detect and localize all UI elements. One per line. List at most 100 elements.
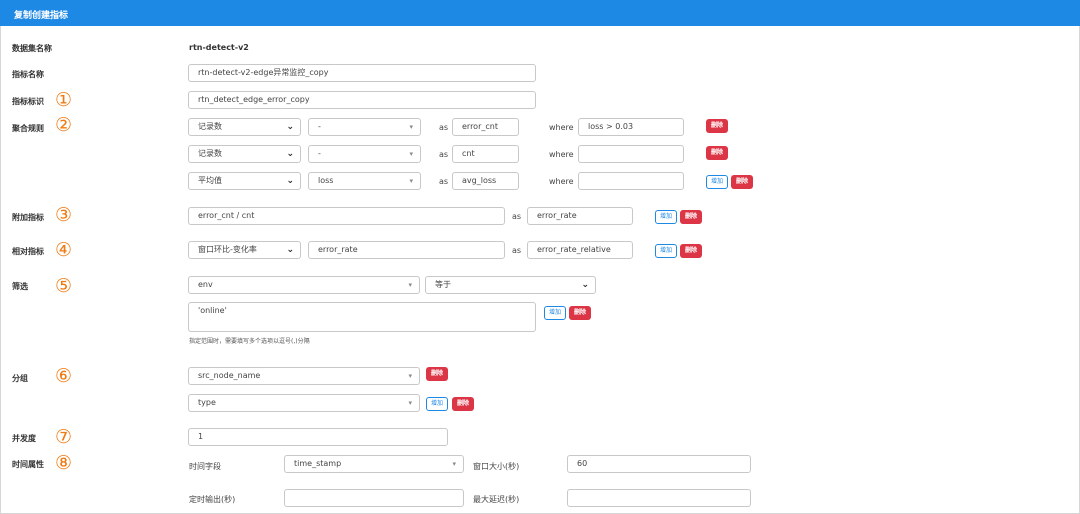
caret-down-icon: ▾ <box>408 372 412 380</box>
where-label: where <box>549 123 574 132</box>
where-label: where <box>549 150 574 159</box>
delete-button[interactable]: 删除 <box>680 210 702 224</box>
time-attr-label: 时间属性 <box>12 460 44 469</box>
window-size-input[interactable]: 60 <box>567 455 751 473</box>
timed-output-label: 定时输出(秒) <box>189 495 236 504</box>
timed-output-input[interactable] <box>284 489 464 507</box>
agg-where-input[interactable] <box>578 145 684 163</box>
relative-type-select[interactable]: 窗口环比-变化率 ⌄ <box>188 241 301 259</box>
agg-alias-input[interactable]: error_cnt <box>452 118 519 136</box>
agg-field-select[interactable]: - ▾ <box>308 118 421 136</box>
chevron-down-icon: ⌄ <box>581 280 589 290</box>
chevron-down-icon: ⌄ <box>286 245 294 255</box>
dataset-value: rtn-detect-v2 <box>189 43 249 52</box>
annotation-badge-3: ③ <box>55 204 73 226</box>
agg-func-select[interactable]: 平均值 ⌄ <box>188 172 301 190</box>
group-field-value: src_node_name <box>198 371 261 380</box>
filter-hint: 指定范围时，需要填写多个选项以逗号(,)分隔 <box>189 338 310 345</box>
max-delay-input[interactable] <box>567 489 751 507</box>
delete-button[interactable]: 删除 <box>426 367 448 381</box>
aggregation-label: 聚合规则 <box>12 124 44 133</box>
as-label: as <box>439 123 449 132</box>
window-size-label: 窗口大小(秒) <box>473 462 520 471</box>
extra-metric-label: 附加指标 <box>12 213 44 222</box>
annotation-badge-8: ⑧ <box>55 452 73 474</box>
agg-where-input[interactable] <box>578 172 684 190</box>
extra-metric-alias-input[interactable]: error_rate <box>527 207 633 225</box>
agg-field-select[interactable]: loss ▾ <box>308 172 421 190</box>
caret-down-icon: ▾ <box>409 123 413 131</box>
delete-button[interactable]: 删除 <box>452 397 474 411</box>
filter-field-value: env <box>198 280 213 289</box>
dialog-header: 复制创建指标 <box>0 0 1080 26</box>
agg-field-value: - <box>318 149 321 158</box>
delete-button[interactable]: 删除 <box>569 306 591 320</box>
agg-field-value: - <box>318 122 321 131</box>
add-button[interactable]: 增加 <box>544 306 566 320</box>
metric-id-input[interactable]: rtn_detect_edge_error_copy <box>188 91 536 109</box>
filter-label: 筛选 <box>12 282 28 291</box>
chevron-down-icon: ⌄ <box>286 149 294 159</box>
as-label: as <box>512 212 522 221</box>
agg-alias-input[interactable]: avg_loss <box>452 172 519 190</box>
relative-alias-input[interactable]: error_rate_relative <box>527 241 633 259</box>
metric-name-input[interactable]: rtn-detect-v2-edge异常监控_copy <box>188 64 536 82</box>
as-label: as <box>512 246 522 255</box>
as-label: as <box>439 177 449 186</box>
group-field-select[interactable]: type ▾ <box>188 394 420 412</box>
time-field-select[interactable]: time_stamp ▾ <box>284 455 464 473</box>
metric-name-label: 指标名称 <box>12 70 44 79</box>
metric-id-label: 指标标识 <box>12 97 44 106</box>
agg-func-select[interactable]: 记录数 ⌄ <box>188 145 301 163</box>
add-button[interactable]: 增加 <box>426 397 448 411</box>
agg-func-select[interactable]: 记录数 ⌄ <box>188 118 301 136</box>
delete-button[interactable]: 删除 <box>731 175 753 189</box>
as-label: as <box>439 150 449 159</box>
caret-down-icon: ▾ <box>408 399 412 407</box>
annotation-badge-4: ④ <box>55 239 73 261</box>
group-field-value: type <box>198 398 216 407</box>
group-label: 分组 <box>12 374 28 383</box>
relative-metric-input[interactable]: error_rate <box>308 241 505 259</box>
caret-down-icon: ▾ <box>408 281 412 289</box>
add-button[interactable]: 增加 <box>706 175 728 189</box>
annotation-badge-7: ⑦ <box>55 426 73 448</box>
time-field-value: time_stamp <box>294 459 342 468</box>
agg-field-value: loss <box>318 176 334 185</box>
dataset-label: 数据集名称 <box>12 44 52 53</box>
agg-alias-input[interactable]: cnt <box>452 145 519 163</box>
extra-metric-expr-input[interactable]: error_cnt / cnt <box>188 207 505 225</box>
relative-metric-label: 相对指标 <box>12 247 44 256</box>
filter-op-value: 等于 <box>435 280 451 289</box>
caret-down-icon: ▾ <box>452 460 456 468</box>
concurrency-label: 并发度 <box>12 434 36 443</box>
filter-op-select[interactable]: 等于 ⌄ <box>425 276 596 294</box>
annotation-badge-1: ① <box>55 89 73 111</box>
filter-value-textarea[interactable]: 'online' <box>188 302 536 332</box>
time-field-label: 时间字段 <box>189 462 221 471</box>
relative-type-value: 窗口环比-变化率 <box>198 245 257 254</box>
caret-down-icon: ▾ <box>409 177 413 185</box>
chevron-down-icon: ⌄ <box>286 122 294 132</box>
annotation-badge-5: ⑤ <box>55 275 73 297</box>
where-label: where <box>549 177 574 186</box>
annotation-badge-6: ⑥ <box>55 365 73 387</box>
max-delay-label: 最大延迟(秒) <box>473 495 520 504</box>
group-field-select[interactable]: src_node_name ▾ <box>188 367 420 385</box>
filter-field-select[interactable]: env ▾ <box>188 276 420 294</box>
agg-func-value: 平均值 <box>198 176 222 185</box>
concurrency-input[interactable]: 1 <box>188 428 448 446</box>
agg-func-value: 记录数 <box>198 149 222 158</box>
add-button[interactable]: 增加 <box>655 244 677 258</box>
caret-down-icon: ▾ <box>409 150 413 158</box>
delete-button[interactable]: 删除 <box>680 244 702 258</box>
agg-func-value: 记录数 <box>198 122 222 131</box>
dialog-title: 复制创建指标 <box>14 11 69 21</box>
agg-where-input[interactable]: loss > 0.03 <box>578 118 684 136</box>
delete-button[interactable]: 删除 <box>706 146 728 160</box>
add-button[interactable]: 增加 <box>655 210 677 224</box>
chevron-down-icon: ⌄ <box>286 176 294 186</box>
annotation-badge-2: ② <box>55 114 73 136</box>
delete-button[interactable]: 删除 <box>706 119 728 133</box>
agg-field-select[interactable]: - ▾ <box>308 145 421 163</box>
